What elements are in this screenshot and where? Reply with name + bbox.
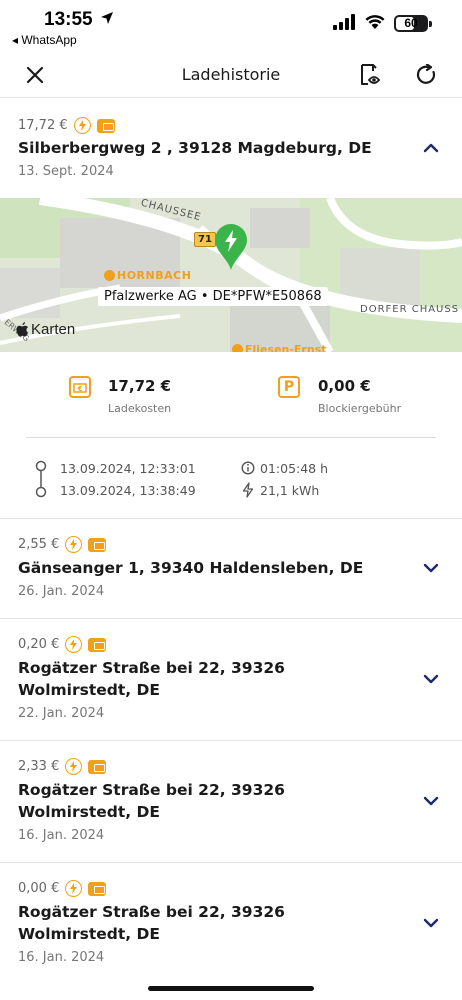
battery-icon: 60 bbox=[394, 15, 428, 32]
map-poi: Fliesen-Ernst bbox=[232, 343, 327, 352]
session-address: Silberbergweg 2 , 39128 Magdeburg, DE bbox=[18, 139, 372, 157]
session-address-line1: Rogätzer Straße bei 22, 39326 bbox=[18, 781, 285, 799]
charging-card-badge-icon bbox=[96, 118, 115, 133]
session-address: Gänseanger 1, 39340 Haldensleben, DE bbox=[18, 559, 364, 577]
session-end-time: 13.09.2024, 13:38:49 bbox=[60, 483, 196, 498]
session-price: 0,20 € bbox=[18, 637, 60, 652]
nav-header: Ladehistorie bbox=[0, 52, 462, 98]
timeline-icon bbox=[35, 460, 47, 498]
duration-icon bbox=[241, 461, 255, 475]
charging-card-badge-icon bbox=[88, 881, 107, 896]
cellular-signal-icon bbox=[333, 14, 355, 30]
map-operator-label: Pfalzwerke AG • DE*PFW*E50868 bbox=[98, 287, 328, 306]
session-date: 16. Jan. 2024 bbox=[18, 828, 105, 843]
ac-charging-badge-icon bbox=[73, 117, 91, 134]
list-divider bbox=[0, 618, 462, 619]
map-poi-label: Fliesen-Ernst bbox=[245, 343, 327, 352]
page-title: Ladehistorie bbox=[181, 65, 281, 84]
chevron-down-icon bbox=[423, 918, 439, 928]
session-date: 22. Jan. 2024 bbox=[18, 706, 105, 721]
session-price: 2,33 € bbox=[18, 759, 60, 774]
refresh-icon bbox=[416, 64, 436, 84]
collapse-chevron-button[interactable] bbox=[420, 137, 442, 159]
refresh-button[interactable] bbox=[414, 62, 440, 88]
details-divider bbox=[26, 437, 436, 438]
session-date: 13. Sept. 2024 bbox=[18, 164, 114, 179]
session-energy: 21,1 kWh bbox=[260, 483, 320, 498]
charging-card-badge-icon bbox=[88, 537, 107, 552]
shopping-bag-icon bbox=[232, 344, 243, 352]
shopping-bag-icon bbox=[104, 270, 115, 281]
session-address-line2: Wolmirstedt, DE bbox=[18, 925, 161, 943]
blocking-fee-label: Blockiergebühr bbox=[318, 402, 402, 415]
session-price: 2,55 € bbox=[18, 537, 60, 552]
map-poi: HORNBACH bbox=[104, 269, 191, 282]
session-meta: 2,33 € bbox=[18, 758, 107, 775]
session-address-line1: Rogätzer Straße bei 22, 39326 bbox=[18, 659, 285, 677]
svg-text:€: € bbox=[77, 385, 83, 393]
list-divider bbox=[0, 518, 462, 519]
charging-cost-label: Ladekosten bbox=[108, 402, 172, 415]
session-address-line2: Wolmirstedt, DE bbox=[18, 681, 161, 699]
session-address-line2: Wolmirstedt, DE bbox=[18, 803, 161, 821]
parking-fee-icon: P bbox=[278, 376, 300, 398]
chevron-up-icon bbox=[423, 143, 439, 153]
chevron-down-icon bbox=[423, 563, 439, 573]
map-street-label: DORFER CHAUSS bbox=[360, 304, 460, 315]
location-arrow-icon bbox=[101, 12, 113, 24]
home-indicator[interactable] bbox=[148, 986, 314, 991]
session-start-time: 13.09.2024, 12:33:01 bbox=[60, 461, 196, 476]
energy-bolt-icon bbox=[242, 482, 254, 498]
battery-percent: 60 bbox=[404, 16, 418, 30]
list-divider bbox=[0, 740, 462, 741]
document-view-icon bbox=[361, 64, 381, 85]
apple-logo-icon bbox=[16, 322, 28, 337]
expand-chevron-button[interactable] bbox=[420, 557, 442, 579]
expand-chevron-button[interactable] bbox=[420, 668, 442, 690]
session-duration: 01:05:48 h bbox=[260, 461, 329, 476]
wifi-icon bbox=[365, 15, 385, 29]
session-price: 17,72 € bbox=[18, 118, 68, 133]
ac-charging-badge-icon bbox=[65, 536, 83, 553]
ac-charging-badge-icon bbox=[65, 636, 83, 653]
charging-card-badge-icon bbox=[88, 759, 107, 774]
back-to-app-link[interactable]: ◂ WhatsApp bbox=[12, 33, 77, 47]
charging-station-pin-icon[interactable] bbox=[213, 223, 249, 271]
export-view-button[interactable] bbox=[357, 62, 383, 88]
expand-chevron-button[interactable] bbox=[420, 912, 442, 934]
charging-cost-icon: € bbox=[69, 376, 91, 398]
session-meta: 2,55 € bbox=[18, 536, 107, 553]
maps-attribution: Karten bbox=[16, 321, 75, 338]
session-date: 16. Jan. 2024 bbox=[18, 950, 105, 965]
session-meta: 17,72 € bbox=[18, 117, 115, 134]
blocking-fee-value: 0,00 € bbox=[318, 377, 371, 395]
chevron-down-icon bbox=[423, 674, 439, 684]
charging-cost-value: 17,72 € bbox=[108, 377, 172, 395]
map-poi-label: HORNBACH bbox=[117, 269, 192, 282]
list-divider bbox=[0, 862, 462, 863]
ac-charging-badge-icon bbox=[65, 758, 83, 775]
session-date: 26. Jan. 2024 bbox=[18, 584, 105, 599]
chevron-down-icon bbox=[423, 796, 439, 806]
session-meta: 0,20 € bbox=[18, 636, 107, 653]
maps-attribution-label: Karten bbox=[31, 321, 76, 338]
battery-nub bbox=[429, 21, 432, 27]
status-time: 13:55 bbox=[44, 9, 93, 30]
expand-chevron-button[interactable] bbox=[420, 790, 442, 812]
session-meta: 0,00 € bbox=[18, 880, 107, 897]
ac-charging-badge-icon bbox=[65, 880, 83, 897]
session-address-line1: Rogätzer Straße bei 22, 39326 bbox=[18, 903, 285, 921]
session-price: 0,00 € bbox=[18, 881, 60, 896]
status-bar: 13:55 ◂ WhatsApp 60 bbox=[0, 0, 462, 52]
charging-card-badge-icon bbox=[88, 637, 107, 652]
